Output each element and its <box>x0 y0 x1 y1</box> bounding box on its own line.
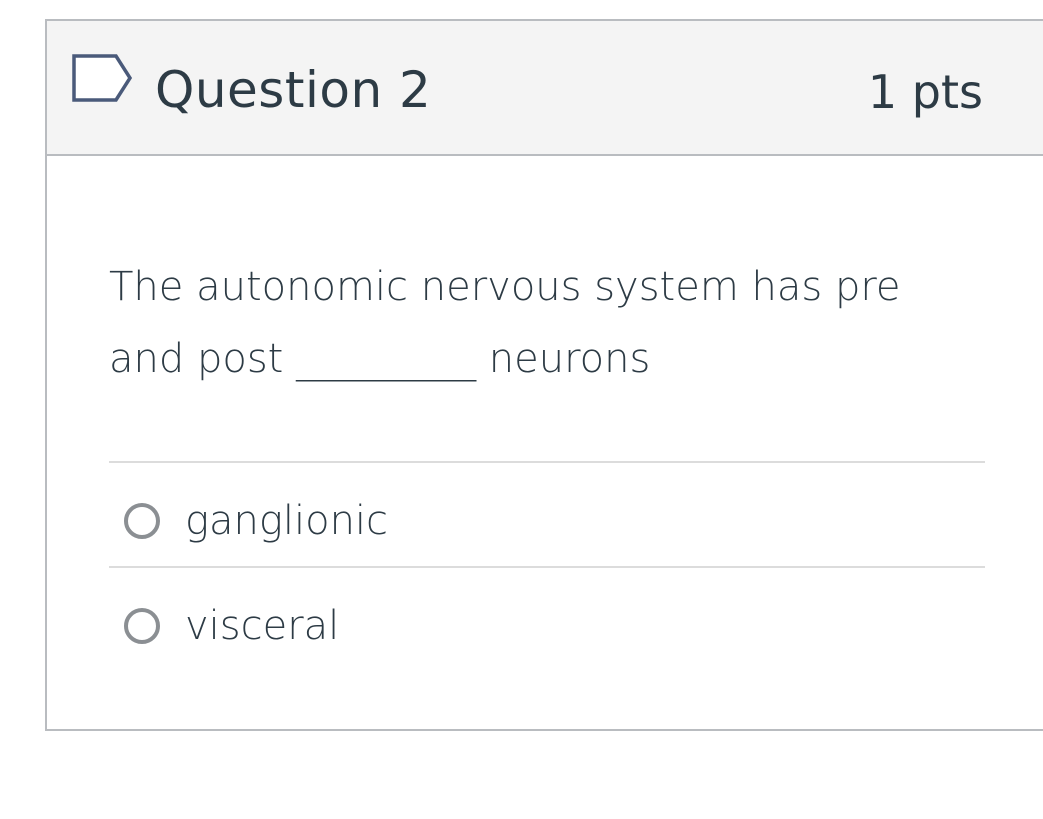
question-header: Question 2 1 pts <box>47 21 1043 156</box>
answer-option[interactable]: ganglionic <box>109 495 985 555</box>
question-text-line: The autonomic nervous system has pre <box>109 264 901 310</box>
answer-label[interactable]: visceral <box>185 600 339 652</box>
radio-button[interactable] <box>124 503 160 539</box>
question-text: The autonomic nervous system has pre and… <box>109 251 969 395</box>
answer-label[interactable]: ganglionic <box>185 495 388 547</box>
question-card: Question 2 1 pts The autonomic nervous s… <box>45 19 1043 731</box>
bookmark-flag-icon[interactable] <box>70 52 134 104</box>
radio-button[interactable] <box>124 608 160 644</box>
answer-divider <box>109 566 985 568</box>
answer-divider <box>109 461 985 463</box>
answer-option[interactable]: visceral <box>109 600 985 660</box>
question-title: Question 2 <box>155 61 432 119</box>
question-points: 1 pts <box>867 65 983 119</box>
question-text-line: and post _________ neurons <box>109 336 651 382</box>
